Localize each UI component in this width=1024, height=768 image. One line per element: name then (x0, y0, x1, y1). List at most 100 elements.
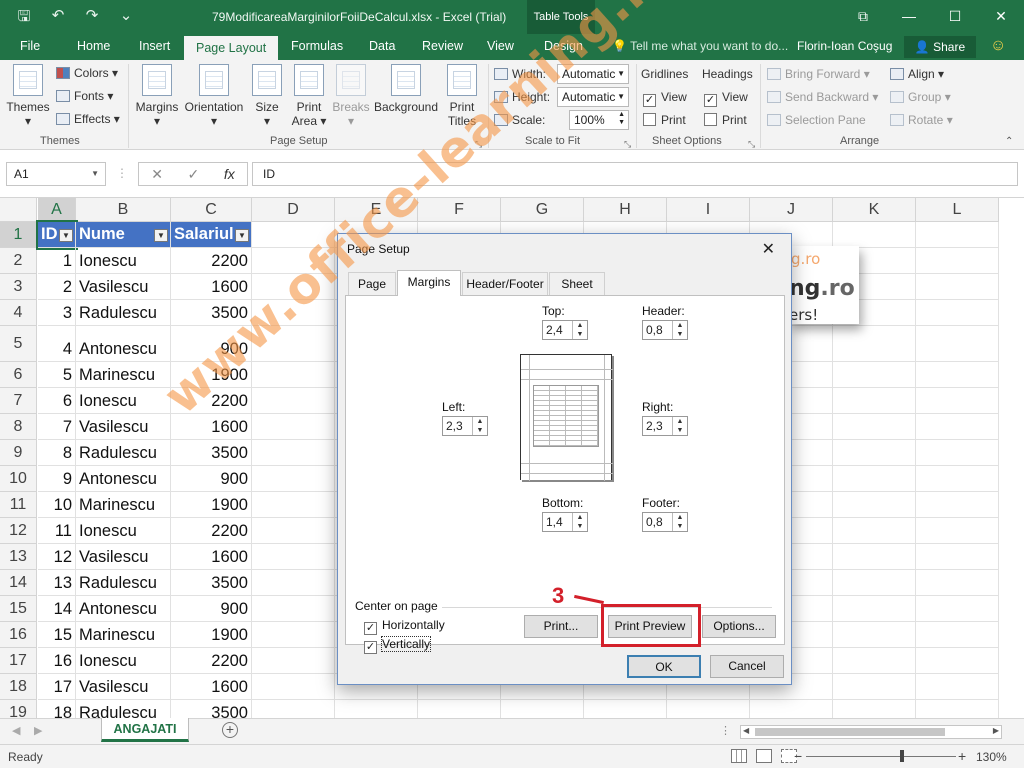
row-header[interactable]: 9 (0, 440, 37, 466)
filter-dropdown-icon[interactable]: ▼ (59, 229, 73, 242)
empty-cell[interactable] (833, 518, 916, 544)
close-window-button[interactable]: ✕ (978, 0, 1024, 34)
normal-view-icon[interactable] (731, 749, 747, 763)
spin-arrows-icon[interactable]: ▲ ▼ (472, 417, 487, 435)
empty-cell[interactable] (418, 700, 501, 718)
cancel-icon[interactable]: ✕ (151, 166, 163, 183)
undo-icon[interactable]: ↶ (48, 6, 68, 31)
table-cell[interactable]: 1900 (171, 622, 252, 648)
column-header-k[interactable]: K (833, 198, 916, 222)
empty-cell[interactable] (916, 326, 999, 362)
table-cell[interactable]: Antonescu (76, 326, 171, 362)
empty-cell[interactable] (833, 466, 916, 492)
empty-cell[interactable] (252, 622, 335, 648)
margins-button[interactable]: Margins ▾ (133, 64, 181, 128)
empty-cell[interactable] (916, 222, 999, 248)
empty-cell[interactable] (584, 700, 667, 718)
row-header[interactable]: 1 (0, 222, 37, 248)
options-button[interactable]: Options... (702, 615, 776, 638)
empty-cell[interactable] (833, 622, 916, 648)
formula-input[interactable]: ID (252, 162, 1018, 186)
column-header-j[interactable]: J (750, 198, 833, 222)
row-header[interactable]: 6 (0, 362, 37, 388)
tab-insert[interactable]: Insert (139, 34, 170, 60)
table-cell[interactable]: Ionescu (76, 648, 171, 674)
empty-cell[interactable] (916, 622, 999, 648)
share-button[interactable]: 👤 Share (904, 36, 976, 58)
tell-me-box[interactable]: 💡 Tell me what you want to do... (612, 39, 788, 53)
row-header[interactable]: 7 (0, 388, 37, 414)
left-spinner[interactable]: 2,3 ▲ ▼ (442, 416, 488, 436)
header-spinner[interactable]: 0,8 ▲ ▼ (642, 320, 688, 340)
empty-cell[interactable] (252, 648, 335, 674)
empty-cell[interactable] (916, 518, 999, 544)
empty-cell[interactable] (833, 674, 916, 700)
table-cell[interactable]: Radulescu (76, 440, 171, 466)
ribbon-display-icon[interactable]: ⧉ (840, 0, 886, 34)
table-cell[interactable]: Vasilescu (76, 274, 171, 300)
empty-cell[interactable] (833, 362, 916, 388)
empty-cell[interactable] (252, 518, 335, 544)
table-cell[interactable]: 1600 (171, 674, 252, 700)
column-header-h[interactable]: H (584, 198, 667, 222)
table-cell[interactable]: Marinescu (76, 622, 171, 648)
row-header[interactable]: 11 (0, 492, 37, 518)
empty-cell[interactable] (916, 544, 999, 570)
cancel-button[interactable]: Cancel (710, 655, 784, 678)
table-cell[interactable]: 900 (171, 596, 252, 622)
group-objects-button[interactable]: Group ▾ (890, 89, 951, 105)
empty-cell[interactable] (335, 700, 418, 718)
empty-cell[interactable] (916, 674, 999, 700)
table-cell[interactable]: 1900 (171, 492, 252, 518)
empty-cell[interactable] (252, 700, 335, 718)
empty-cell[interactable] (833, 492, 916, 518)
row-header[interactable]: 8 (0, 414, 37, 440)
table-cell[interactable]: Vasilescu (76, 544, 171, 570)
zoom-slider-knob[interactable] (900, 750, 904, 762)
row-header[interactable]: 12 (0, 518, 37, 544)
scroll-right-icon[interactable]: ▶ (993, 726, 999, 735)
dialog-tab-margins[interactable]: Margins (397, 270, 461, 296)
table-cell[interactable]: 3500 (171, 440, 252, 466)
redo-icon[interactable]: ↷ (82, 6, 102, 31)
horizontally-checkbox[interactable]: ✓ Horizontally (364, 618, 445, 635)
empty-cell[interactable] (252, 362, 335, 388)
tab-review[interactable]: Review (422, 34, 463, 60)
print-area-button[interactable]: Print Area ▾ (290, 64, 328, 128)
send-backward-button[interactable]: Send Backward ▾ (767, 89, 878, 105)
spin-arrows-icon[interactable]: ▲ ▼ (572, 513, 587, 531)
empty-cell[interactable] (833, 222, 916, 248)
column-header-d[interactable]: D (252, 198, 335, 222)
table-cell[interactable]: 15 (38, 622, 76, 648)
column-header-b[interactable]: B (76, 198, 171, 222)
empty-cell[interactable] (916, 248, 999, 274)
table-cell[interactable]: 18 (38, 700, 76, 718)
table-cell[interactable]: 2200 (171, 248, 252, 274)
empty-cell[interactable] (750, 700, 833, 718)
scroll-tabs-left-icon[interactable]: ◀ (12, 724, 20, 737)
empty-cell[interactable] (916, 492, 999, 518)
table-cell[interactable]: Ionescu (76, 388, 171, 414)
scrollbar-thumb[interactable] (755, 728, 945, 736)
feedback-smiley-icon[interactable]: ☺ (990, 37, 1006, 55)
column-header-a[interactable]: A (38, 198, 76, 222)
tab-formulas[interactable]: Formulas (291, 34, 343, 60)
height-combo[interactable]: Automatic ▼ (557, 87, 629, 107)
restore-button[interactable]: ☐ (932, 0, 978, 34)
empty-cell[interactable] (916, 388, 999, 414)
table-cell[interactable]: 10 (38, 492, 76, 518)
table-header-cell[interactable]: Salariul ▼ (171, 222, 252, 248)
empty-cell[interactable] (916, 274, 999, 300)
column-header-g[interactable]: G (501, 198, 584, 222)
table-cell[interactable]: 17 (38, 674, 76, 700)
minimize-button[interactable]: — (886, 0, 932, 34)
empty-cell[interactable] (833, 648, 916, 674)
filter-dropdown-icon[interactable]: ▼ (154, 229, 168, 242)
empty-cell[interactable] (916, 648, 999, 674)
empty-cell[interactable] (833, 414, 916, 440)
scroll-tabs-right-icon[interactable]: ▶ (34, 724, 42, 737)
vertically-checkbox[interactable]: ✓ Vertically (364, 636, 432, 654)
empty-cell[interactable] (252, 440, 335, 466)
table-cell[interactable]: Antonescu (76, 596, 171, 622)
empty-cell[interactable] (916, 570, 999, 596)
